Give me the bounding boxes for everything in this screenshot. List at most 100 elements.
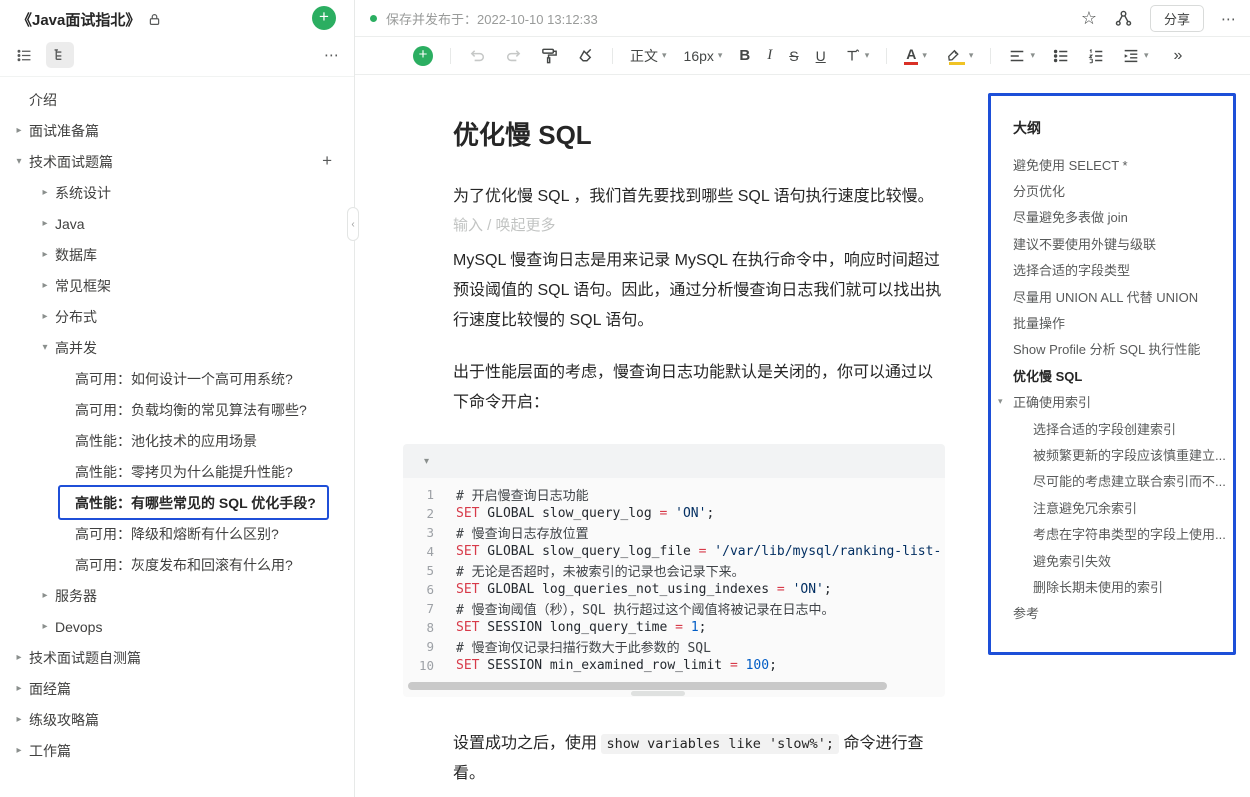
- sidebar-item[interactable]: ▸面经篇: [0, 673, 354, 704]
- editor-canvas[interactable]: ⠿ 优化慢 SQL 为了优化慢 SQL ，我们首先要找到哪些 SQL 语句执行速…: [356, 76, 985, 797]
- collaborate-icon[interactable]: [1114, 9, 1133, 28]
- outline-item[interactable]: 尽可能的考虑建立联合索引而不...: [991, 468, 1233, 494]
- topbar-more-icon[interactable]: ⋯: [1221, 10, 1237, 28]
- align-select[interactable]: ▾: [1008, 47, 1035, 65]
- sidebar-item[interactable]: ▸数据库: [0, 239, 354, 270]
- outline-item[interactable]: 尽量避免多表做 join: [991, 204, 1233, 230]
- add-child-doc-icon[interactable]: +: [322, 151, 332, 171]
- caret-down-icon[interactable]: ▾: [424, 456, 429, 467]
- share-button[interactable]: 分享: [1150, 5, 1204, 32]
- chevron-right-icon[interactable]: ▸: [9, 714, 29, 725]
- ordered-list-button[interactable]: [1087, 47, 1105, 65]
- bullet-list-button[interactable]: [1052, 47, 1070, 65]
- chevron-right-icon[interactable]: ▸: [9, 683, 29, 694]
- sidebar-item[interactable]: ▾技术面试题篇+: [0, 146, 354, 177]
- undo-icon[interactable]: [468, 46, 487, 65]
- horizontal-scrollbar-thumb[interactable]: [408, 682, 887, 690]
- chevron-right-icon[interactable]: ▸: [9, 745, 29, 756]
- chevron-right-icon[interactable]: ▸: [35, 311, 55, 322]
- font-size-select[interactable]: 16px ▾: [684, 48, 723, 64]
- sidebar-item[interactable]: ▸系统设计: [0, 177, 354, 208]
- outline-item[interactable]: 参考: [991, 600, 1233, 626]
- outline-item[interactable]: 选择合适的字段创建索引: [991, 415, 1233, 441]
- sidebar-item[interactable]: 高性能：有哪些常见的 SQL 优化手段?: [58, 485, 329, 520]
- outline-item[interactable]: Show Profile 分析 SQL 执行性能: [991, 336, 1233, 362]
- highlight-color-select[interactable]: ▾: [944, 46, 974, 65]
- outline-item[interactable]: 删除长期未使用的索引: [991, 573, 1233, 599]
- format-painter-icon[interactable]: [540, 46, 559, 65]
- sidebar-item[interactable]: 高可用：如何设计一个高可用系统?: [0, 363, 354, 394]
- bold-button[interactable]: B: [739, 47, 750, 64]
- sidebar-item[interactable]: ▸常见框架: [0, 270, 354, 301]
- outline-item[interactable]: 尽量用 UNION ALL 代替 UNION: [991, 283, 1233, 309]
- paragraph-style-select[interactable]: 正文 ▾: [630, 46, 667, 66]
- sidebar-item[interactable]: ▸练级攻略篇: [0, 704, 354, 735]
- strikethrough-button[interactable]: S: [789, 48, 798, 64]
- paragraph[interactable]: 为了优化慢 SQL ，我们首先要找到哪些 SQL 语句执行速度比较慢。: [453, 182, 945, 212]
- chevron-down-icon[interactable]: ▾: [998, 396, 1013, 407]
- outline-item[interactable]: 注意避免冗余索引: [991, 494, 1233, 520]
- sidebar-item[interactable]: ▸工作篇: [0, 735, 354, 766]
- outline-item[interactable]: 优化慢 SQL: [991, 362, 1233, 388]
- outline-item[interactable]: 考虑在字符串类型的字段上使用...: [991, 520, 1233, 546]
- chevron-right-icon[interactable]: ▸: [35, 621, 55, 632]
- chevron-right-icon[interactable]: ▸: [35, 280, 55, 291]
- sidebar-item[interactable]: ▸技术面试题自测篇: [0, 642, 354, 673]
- chevron-right-icon[interactable]: ▸: [9, 652, 29, 663]
- sidebar-item[interactable]: ▸Java: [0, 208, 354, 239]
- sidebar-item[interactable]: 高可用：灰度发布和回滚有什么用?: [0, 549, 354, 580]
- sidebar-item[interactable]: 高可用：负载均衡的常见算法有哪些?: [0, 394, 354, 425]
- outline-item-label: 正确使用索引: [1013, 392, 1091, 411]
- paragraph[interactable]: 设置成功之后，使用 show variables like 'slow%'; 命…: [453, 729, 945, 789]
- chevron-right-icon[interactable]: ▸: [35, 249, 55, 260]
- sidebar-item[interactable]: ▸面试准备篇: [0, 115, 354, 146]
- sidebar-item[interactable]: 介绍: [0, 84, 354, 115]
- toc-list-icon[interactable]: [10, 42, 38, 68]
- tree-view-icon[interactable]: [46, 42, 74, 68]
- insert-block-button[interactable]: +: [413, 46, 433, 66]
- sidebar-item[interactable]: 高性能：零拷贝为什么能提升性能?: [0, 456, 354, 487]
- resize-handle[interactable]: [631, 691, 685, 696]
- chevron-down-icon[interactable]: ▾: [9, 156, 29, 167]
- paragraph[interactable]: 出于性能层面的考虑，慢查询日志功能默认是关闭的，你可以通过以下命令开启：: [453, 358, 945, 418]
- sidebar-item[interactable]: ▸Devops: [0, 611, 354, 642]
- outline-item[interactable]: 批量操作: [991, 309, 1233, 335]
- code-block-sql[interactable]: ▾ 1# 开启慢查询日志功能2SET GLOBAL slow_query_log…: [403, 444, 945, 697]
- outline-item-label: Show Profile 分析 SQL 执行性能: [1013, 339, 1200, 358]
- underline-button[interactable]: U: [816, 48, 826, 64]
- italic-button[interactable]: I: [767, 47, 772, 64]
- chevron-down-icon[interactable]: ▾: [35, 342, 55, 353]
- outline-item[interactable]: 避免使用 SELECT *: [991, 151, 1233, 177]
- outline-item[interactable]: 建议不要使用外键与级联: [991, 230, 1233, 256]
- text-spacing-select[interactable]: ▾: [843, 47, 870, 65]
- sidebar-item[interactable]: ▾高并发: [0, 332, 354, 363]
- outline-item-label: 被频繁更新的字段应该慎重建立...: [1033, 445, 1226, 464]
- chevron-down-icon: ▾: [1030, 50, 1035, 61]
- star-icon[interactable]: ☆: [1081, 8, 1097, 29]
- font-color-select[interactable]: A ▾: [904, 47, 927, 65]
- chevron-right-icon[interactable]: ▸: [9, 125, 29, 136]
- redo-icon[interactable]: [504, 46, 523, 65]
- sidebar-item-label: 练级攻略篇: [29, 710, 99, 730]
- toolbar-more-icon[interactable]: »: [1174, 47, 1183, 65]
- outline-item[interactable]: 分页优化: [991, 177, 1233, 203]
- new-doc-button[interactable]: +: [312, 6, 336, 30]
- indent-select[interactable]: ▾: [1122, 47, 1149, 65]
- sidebar-more-icon[interactable]: ⋯: [324, 46, 340, 64]
- doc-title[interactable]: 优化慢 SQL: [453, 118, 945, 152]
- sidebar-item[interactable]: ▸分布式: [0, 301, 354, 332]
- chevron-right-icon[interactable]: ▸: [35, 590, 55, 601]
- chevron-right-icon[interactable]: ▸: [35, 187, 55, 198]
- outline-item[interactable]: 被频繁更新的字段应该慎重建立...: [991, 441, 1233, 467]
- sidebar-item[interactable]: 高性能：池化技术的应用场景: [0, 425, 354, 456]
- clear-format-icon[interactable]: [576, 46, 595, 65]
- sidebar-collapse-handle[interactable]: ‹: [347, 207, 359, 241]
- outline-item[interactable]: 避免索引失效: [991, 547, 1233, 573]
- outline-item[interactable]: ▾正确使用索引: [991, 389, 1233, 415]
- paragraph[interactable]: MySQL 慢查询日志是用来记录 MySQL 在执行命令中，响应时间超过预设阈值…: [453, 246, 945, 336]
- sidebar-item[interactable]: ▸服务器: [0, 580, 354, 611]
- outline-item[interactable]: 选择合适的字段类型: [991, 257, 1233, 283]
- sidebar-item[interactable]: 高可用：降级和熔断有什么区别?: [0, 518, 354, 549]
- chevron-right-icon[interactable]: ▸: [35, 218, 55, 229]
- line-number: 3: [403, 525, 434, 540]
